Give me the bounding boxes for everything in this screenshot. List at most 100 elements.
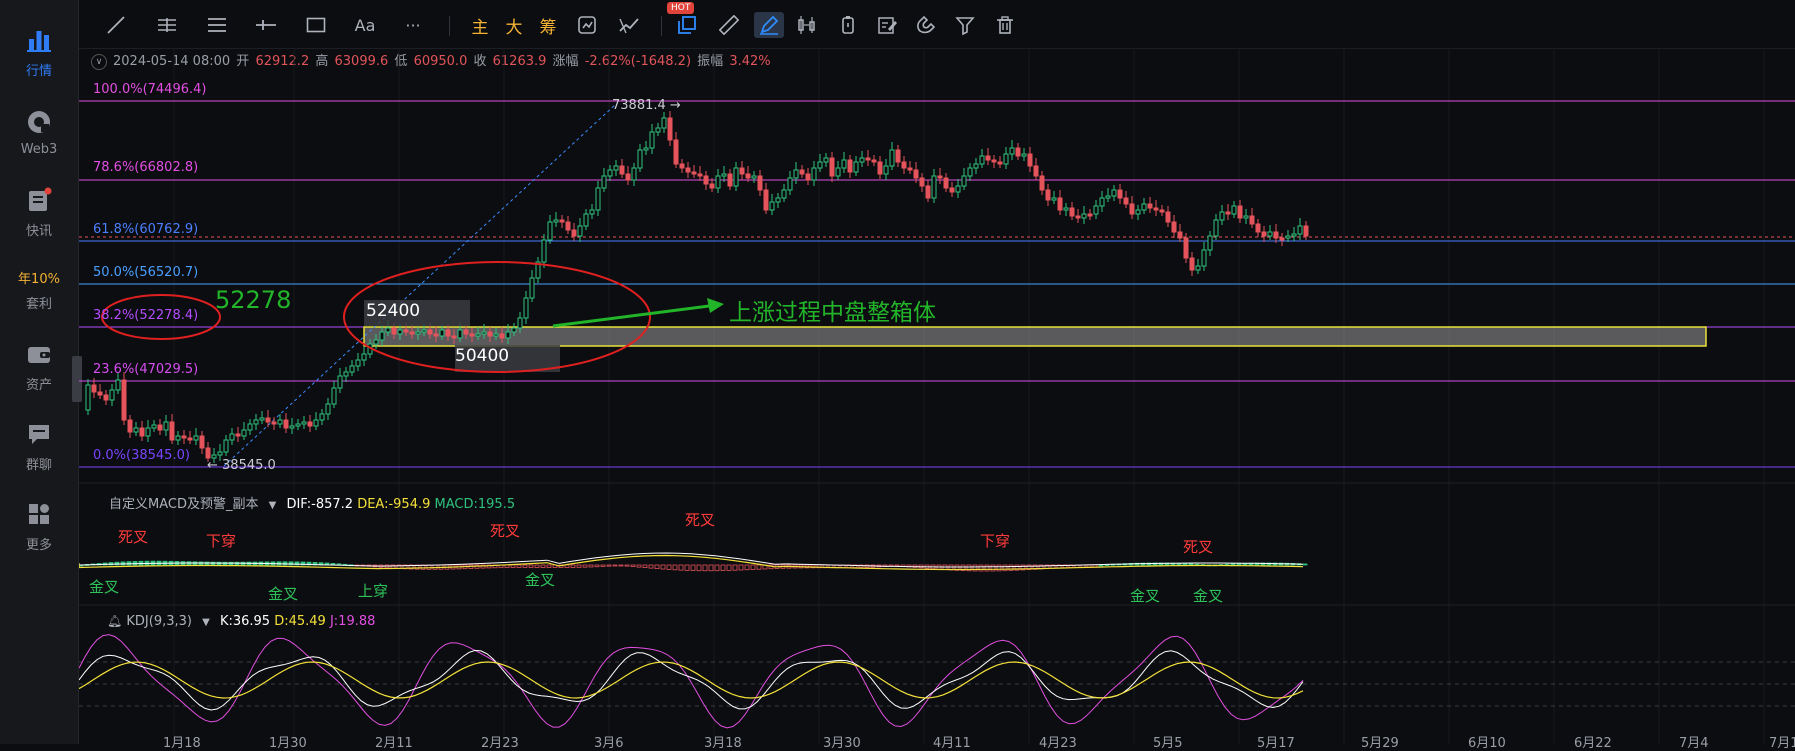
candle-body [277,419,283,425]
fib-label-61: 61.8%(60762.9) [93,222,199,237]
macd-bar [546,564,552,568]
macd-bar [660,564,666,570]
candle-body [1177,231,1183,239]
candle-body [961,175,967,187]
sidebar-item-chat[interactable]: 群聊 [0,420,78,473]
kdj-title[interactable]: KDJ(9,3,3) [126,614,192,629]
bar-chart-icon [27,31,51,52]
candle-body [559,219,565,223]
candle-body [703,175,709,185]
signal-dead-cross: 死叉 [490,522,521,540]
candle-body [97,391,103,396]
x-axis-date: 3月6 [594,736,624,751]
macd-title[interactable]: 自定义MACD及预警_副本 [109,497,258,512]
candle-body [331,387,337,405]
candle-body [319,413,325,421]
x-axis-date: 5月5 [1153,736,1183,751]
macd-bar [540,564,546,568]
signal-golden-cross: 金叉 [89,578,120,596]
candle-body [1153,207,1159,211]
candle-body [577,225,583,237]
candle-body [373,339,379,345]
macd-bar [708,564,714,572]
candle-body [787,177,793,191]
sidebar-item-more[interactable]: 更多 [0,500,78,553]
kdj-j-line [79,634,1304,729]
candle-body [193,435,199,441]
candle-body [817,161,823,169]
macd-bar [990,564,996,572]
macd-bar [732,564,738,571]
macd-bar [624,564,630,567]
candle-body [355,359,361,367]
sidebar-item-market[interactable]: 行情 [0,26,78,79]
candle-body [733,167,739,187]
macd-bar [1182,563,1188,566]
fib-label-100: 100.0%(74496.4) [93,82,207,97]
macd-bar [744,564,750,571]
candle-body [1009,147,1015,155]
macd-bar [534,564,540,568]
macd-bar [1230,563,1236,566]
candle-body [403,329,409,333]
candle-body [415,331,421,335]
sidebar-item-label: Web3 [20,142,58,157]
sidebar-item-news[interactable]: 快讯 [0,186,78,239]
x-axis-date: 7月1 [1769,736,1795,751]
macd-bar [600,564,606,567]
candle-body [775,197,781,203]
candle-body [925,185,931,199]
macd-bar [678,564,684,571]
bell-icon[interactable]: 🔔︎ [107,614,122,628]
candle-body [1207,235,1213,251]
candle-body [445,329,451,337]
candle-body [583,213,589,227]
candle-body [181,435,187,439]
candle-body [745,173,751,179]
candle-body [685,167,691,173]
candle-body [1075,215,1081,219]
x-axis-date: 3月18 [704,736,742,751]
sidebar: 行情 Web3 快讯 年10% 套利 资产 群聊 更多 [0,0,82,744]
kdj-k: K:36.95 [219,614,271,629]
candlestick-chart[interactable] [79,0,1795,744]
web3-icon [28,111,50,133]
candle-body [529,277,535,299]
candle-body [601,175,607,189]
candle-body [571,229,577,237]
candle-body [205,447,211,459]
consolidation-box[interactable] [363,326,1707,347]
candle-body [907,167,913,171]
candle-body [1171,221,1177,233]
candle-body [1159,209,1165,213]
candle-body [1057,197,1063,211]
macd-bar [204,561,210,566]
macd-bar [1176,563,1182,566]
sidebar-item-label: 群聊 [25,458,52,473]
candle-body [673,139,679,165]
candle-body [409,331,415,335]
sidebar-item-web3[interactable]: Web3 [0,108,78,157]
macd-bar [576,564,582,568]
candle-body [505,331,511,339]
candle-body [589,209,595,215]
sidebar-item-arbitrage[interactable]: 年10% 套利 [0,268,78,312]
candle-body [793,169,799,179]
sidebar-item-assets[interactable]: 资产 [0,340,78,393]
sidebar-item-label: 套利 [25,297,52,312]
macd-dropdown-icon[interactable]: ▼ [269,500,277,511]
candle-body [283,419,289,429]
macd-bar [516,564,522,568]
candle-body [931,175,937,199]
macd-bar [588,564,594,568]
kdj-k-line [79,649,1304,711]
candle-body [595,187,601,211]
candle-body [475,333,481,337]
kdj-dropdown-icon[interactable]: ▼ [202,617,210,628]
arbitrage-badge: 年10% [18,272,60,287]
candle-body [511,327,517,333]
candle-body [955,185,961,193]
candle-body [241,429,247,437]
signal-cross-down: 下穿 [980,532,1011,550]
candle-body [139,427,145,437]
